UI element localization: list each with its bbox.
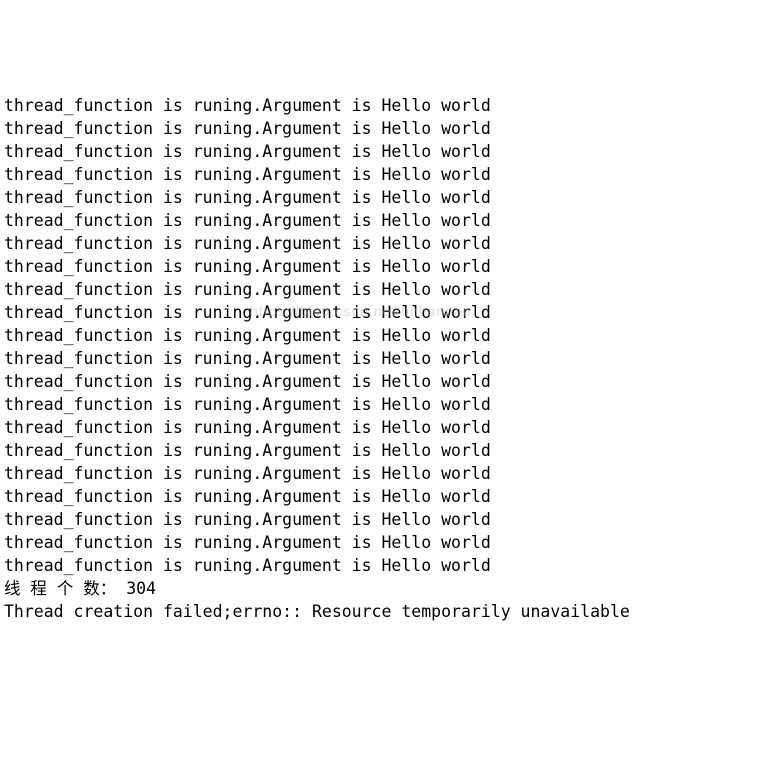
output-line: thread_function is runing.Argument is He… [4,324,770,347]
output-line: thread_function is runing.Argument is He… [4,301,770,324]
output-line: thread_function is runing.Argument is He… [4,393,770,416]
thread-count-line: 线 程 个 数： 304 [4,577,770,600]
output-line: thread_function is runing.Argument is He… [4,117,770,140]
output-line: thread_function is runing.Argument is He… [4,370,770,393]
output-line: thread_function is runing.Argument is He… [4,209,770,232]
output-line: thread_function is runing.Argument is He… [4,439,770,462]
output-line: thread_function is runing.Argument is He… [4,163,770,186]
output-line: thread_function is runing.Argument is He… [4,554,770,577]
output-line: thread_function is runing.Argument is He… [4,232,770,255]
output-line: thread_function is runing.Argument is He… [4,462,770,485]
error-line: Thread creation failed;errno:: Resource … [4,600,770,623]
output-line: thread_function is runing.Argument is He… [4,255,770,278]
output-line: thread_function is runing.Argument is He… [4,416,770,439]
output-line: thread_function is runing.Argument is He… [4,186,770,209]
output-line: thread_function is runing.Argument is He… [4,485,770,508]
output-line: thread_function is runing.Argument is He… [4,531,770,554]
output-line: thread_function is runing.Argument is He… [4,94,770,117]
output-line: thread_function is runing.Argument is He… [4,140,770,163]
terminal-output: thread_function is runing.Argument is He… [4,94,770,623]
output-line: thread_function is runing.Argument is He… [4,347,770,370]
output-line: thread_function is runing.Argument is He… [4,278,770,301]
output-line: thread_function is runing.Argument is He… [4,508,770,531]
